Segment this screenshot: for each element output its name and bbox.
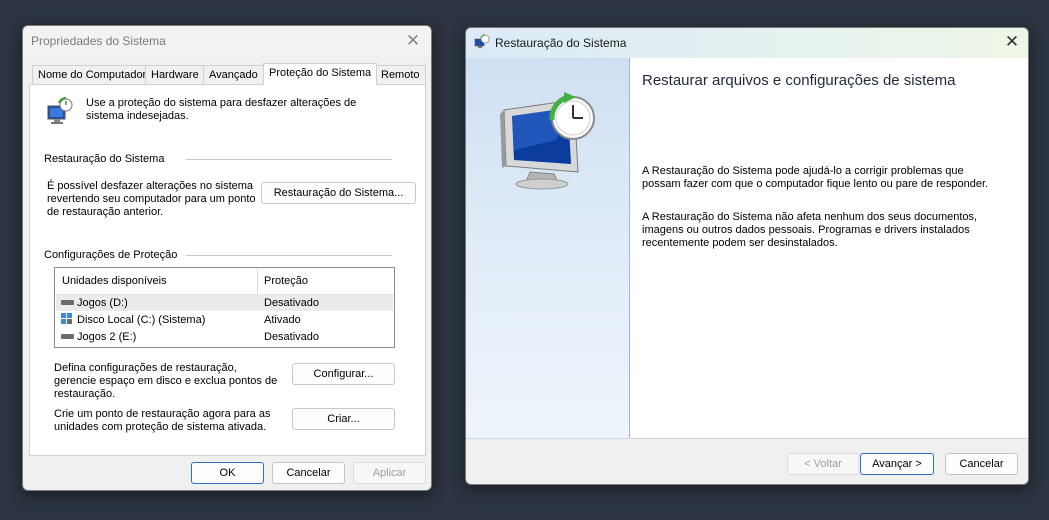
drives-table[interactable]: Unidades disponíveis Proteção Jogos (D:)… xyxy=(54,267,395,348)
wizard-side-panel xyxy=(466,58,630,438)
configure-description: Defina configurações de restauração, ger… xyxy=(54,362,278,400)
table-header-protection[interactable]: Proteção xyxy=(264,275,308,287)
back-button[interactable]: < Voltar xyxy=(787,453,859,475)
drive-status: Desativado xyxy=(264,297,320,309)
close-icon[interactable]: ✕ xyxy=(401,29,425,53)
drive-name: Disco Local (C:) (Sistema) xyxy=(77,314,206,326)
window-title: Propriedades do Sistema xyxy=(31,34,166,48)
restore-description: É possível desfazer alterações no sistem… xyxy=(47,180,256,218)
tab-hardware[interactable]: Hardware xyxy=(145,65,205,84)
restore-group-divider xyxy=(186,159,392,160)
create-button[interactable]: Criar... xyxy=(292,408,395,430)
close-icon[interactable]: ✕ xyxy=(1000,30,1024,54)
table-row[interactable]: Jogos (D:) Desativado xyxy=(56,295,393,311)
wizard-content: Restaurar arquivos e configurações de si… xyxy=(630,58,1028,438)
title-bar[interactable]: Propriedades do Sistema ✕ xyxy=(23,26,431,56)
system-restore-window: Restauração do Sistema ✕ Restaurar arqui xyxy=(465,27,1029,485)
tab-system-protection[interactable]: Proteção do Sistema xyxy=(263,63,378,85)
system-restore-button[interactable]: Restauração do Sistema... xyxy=(261,182,416,204)
ok-button[interactable]: OK xyxy=(191,462,264,484)
window-title: Restauração do Sistema xyxy=(495,36,627,50)
drive-icon xyxy=(61,334,74,339)
intro-text: Use a proteção do sistema para desfazer … xyxy=(86,97,357,122)
table-header-drives[interactable]: Unidades disponíveis xyxy=(62,275,167,287)
tab-advanced[interactable]: Avançado xyxy=(203,65,264,84)
drive-icon xyxy=(61,300,74,305)
tab-remote[interactable]: Remoto xyxy=(375,65,426,84)
description-paragraph-1: A Restauração do Sistema pode ajudá-lo a… xyxy=(642,165,989,190)
table-row[interactable]: Disco Local (C:) (Sistema) Ativado xyxy=(56,312,393,328)
system-protection-icon xyxy=(45,97,75,127)
cancel-button[interactable]: Cancelar xyxy=(945,453,1018,475)
restore-group-label: Restauração do Sistema xyxy=(44,153,165,165)
tab-computer-name[interactable]: Nome do Computador xyxy=(32,65,153,84)
windows-drive-icon xyxy=(61,313,73,325)
protection-group-label: Configurações de Proteção xyxy=(44,249,178,261)
next-button[interactable]: Avançar > xyxy=(860,453,934,475)
drive-name: Jogos (D:) xyxy=(77,297,128,309)
cancel-button[interactable]: Cancelar xyxy=(272,462,345,484)
table-row[interactable]: Jogos 2 (E:) Desativado xyxy=(56,329,393,345)
wizard-footer-divider xyxy=(466,438,1028,439)
tab-panel: Use a proteção do sistema para desfazer … xyxy=(29,84,426,456)
title-bar[interactable]: Restauração do Sistema ✕ xyxy=(466,28,1028,58)
table-header-divider xyxy=(257,268,258,294)
configure-button[interactable]: Configurar... xyxy=(292,363,395,385)
system-restore-icon xyxy=(474,34,490,50)
drive-status: Ativado xyxy=(264,314,301,326)
page-heading: Restaurar arquivos e configurações de si… xyxy=(642,72,956,89)
drive-status: Desativado xyxy=(264,331,320,343)
system-restore-illustration xyxy=(496,90,606,190)
create-description: Crie um ponto de restauração agora para … xyxy=(54,408,271,433)
protection-group-divider xyxy=(186,255,392,256)
system-properties-window: Propriedades do Sistema ✕ Nome do Comput… xyxy=(22,25,432,491)
description-paragraph-2: A Restauração do Sistema não afeta nenhu… xyxy=(642,211,978,249)
drive-name: Jogos 2 (E:) xyxy=(77,331,137,343)
apply-button[interactable]: Aplicar xyxy=(353,462,426,484)
